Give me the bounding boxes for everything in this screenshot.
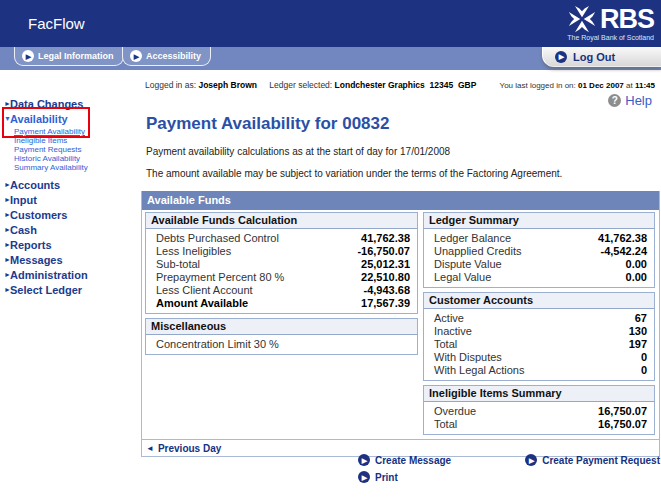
ledger-name: Londchester Graphics 12345 GBP xyxy=(335,80,477,90)
arrow-right-icon: ▶ xyxy=(555,51,567,63)
stat-row: Total 197 xyxy=(424,338,654,351)
sidebar-item[interactable]: ► Messages xyxy=(0,252,140,267)
ledger-summary-box: Ledger Summary Ledger Balance 41,762.38 … xyxy=(423,212,655,288)
last-login-info: You last logged in on: 01 Dec 2007 at 11… xyxy=(500,81,655,90)
available-funds-calculation-box: Available Funds Calculation Debts Purcha… xyxy=(145,212,418,314)
chevron-right-icon: ► xyxy=(0,256,10,263)
sidebar-item[interactable]: ► Customers xyxy=(0,207,140,222)
chevron-right-icon: ► xyxy=(0,100,10,107)
help-label: Help xyxy=(625,93,652,108)
sidebar-subitem[interactable]: Summary Availability xyxy=(14,163,140,172)
stat-row: Total 16,750.07 xyxy=(424,418,654,431)
stat-row: Dispute Value 0.00 xyxy=(424,258,654,271)
panel-title: Available Funds xyxy=(142,191,659,210)
stat-row: Concentration Limit 30 % xyxy=(146,338,417,351)
ineligible-items-summary-box: Ineligible Items Summary Overdue 16,750.… xyxy=(423,385,655,435)
arrow-right-icon: ▶ xyxy=(525,454,537,466)
accessibility-tab[interactable]: ▶ Accessibility xyxy=(122,47,211,66)
box-title: Ineligible Items Summary xyxy=(424,386,654,402)
arrow-right-icon: ▶ xyxy=(22,50,34,62)
availability-highlight-box xyxy=(2,107,90,138)
stat-row: Prepayment Percent 80 % 22,510.80 xyxy=(146,271,417,284)
stat-row: Less Ineligibles -16,750.07 xyxy=(146,245,417,258)
session-info: Logged in as: Joseph Brown Ledger select… xyxy=(145,80,476,90)
chevron-right-icon: ► xyxy=(0,211,10,218)
intro-line-1: Payment availability calculations as at … xyxy=(146,146,450,157)
chevron-right-icon: ► xyxy=(0,286,10,293)
create-message-link[interactable]: ▶ Create Message xyxy=(358,454,451,466)
help-icon: ? xyxy=(608,94,621,107)
create-payment-request-link[interactable]: ▶ Create Payment Request xyxy=(525,454,660,466)
page-title: Payment Availability for 00832 xyxy=(146,114,389,134)
sidebar-item[interactable]: ► Input xyxy=(0,192,140,207)
arrow-left-icon: ◄ xyxy=(146,444,154,453)
chevron-right-icon: ► xyxy=(0,241,10,248)
sidebar-item[interactable]: ► Administration xyxy=(0,267,140,282)
sidebar-item[interactable]: ► Accounts xyxy=(0,177,140,192)
log-out-tab[interactable]: ▶ Log Out xyxy=(542,47,661,67)
box-title: Miscellaneous xyxy=(146,319,417,335)
legal-information-tab[interactable]: ▶ Legal Information xyxy=(14,47,124,66)
arrow-right-icon: ▶ xyxy=(130,50,142,62)
box-title: Customer Accounts xyxy=(424,293,654,309)
log-out-label: Log Out xyxy=(573,51,615,63)
chevron-right-icon: ► xyxy=(0,226,10,233)
stat-row: Active 67 xyxy=(424,312,654,325)
stat-row: With Legal Actions 0 xyxy=(424,364,654,377)
sidebar-subitem[interactable]: Payment Requests xyxy=(14,145,140,154)
sidebar-item[interactable]: ► Reports xyxy=(0,237,140,252)
stat-row: Sub-total 25,012.31 xyxy=(146,258,417,271)
rbs-brand: RBS The Royal Bank of Scotland xyxy=(567,5,654,41)
stat-row: Legal Value 0.00 xyxy=(424,271,654,284)
available-funds-panel: Available Funds Available Funds Calculat… xyxy=(141,191,660,457)
box-title: Available Funds Calculation xyxy=(146,213,417,229)
stat-row: Overdue 16,750.07 xyxy=(424,405,654,418)
legal-information-label: Legal Information xyxy=(38,51,114,61)
chevron-right-icon: ► xyxy=(0,196,10,203)
arrow-right-icon: ▶ xyxy=(358,454,370,466)
sidebar-item[interactable]: ► Select Ledger xyxy=(0,282,140,297)
print-link[interactable]: ▶ Print xyxy=(358,471,451,483)
sidebar-item[interactable]: ► Cash xyxy=(0,222,140,237)
user-name: Joseph Brown xyxy=(198,80,257,90)
sidebar-subitem[interactable]: Historic Availability xyxy=(14,154,140,163)
customer-accounts-box: Customer Accounts Active 67 Inactive 130 xyxy=(423,292,655,381)
help-link[interactable]: ? Help xyxy=(608,93,652,108)
chevron-right-icon: ► xyxy=(0,271,10,278)
app-title: FacFlow xyxy=(28,15,85,32)
sidebar-nav: ► Data Changes ▼ Availability Payment Av… xyxy=(0,96,140,297)
intro-line-2: The amount available may be subject to v… xyxy=(146,168,562,179)
box-title: Ledger Summary xyxy=(424,213,654,229)
chevron-right-icon: ► xyxy=(0,181,10,188)
stat-row: With Disputes 0 xyxy=(424,351,654,364)
accessibility-label: Accessibility xyxy=(146,51,201,61)
stat-row: Amount Available 17,567.39 xyxy=(146,297,417,310)
stat-row: Debts Purchased Control 41,762.38 xyxy=(146,232,417,245)
stat-row: Inactive 130 xyxy=(424,325,654,338)
stat-row: Less Client Account -4,943.68 xyxy=(146,284,417,297)
brand-tagline: The Royal Bank of Scotland xyxy=(567,34,654,41)
stat-row: Ledger Balance 41,762.38 xyxy=(424,232,654,245)
brand-name: RBS xyxy=(600,5,654,33)
app-header: FacFlow RBS The Royal Bank of Scotland xyxy=(0,0,661,47)
miscellaneous-box: Miscellaneous Concentration Limit 30 % xyxy=(145,318,418,355)
stat-row: Unapplied Credits -4,542.24 xyxy=(424,245,654,258)
rbs-daisy-icon xyxy=(568,5,596,33)
arrow-right-icon: ▶ xyxy=(358,471,370,483)
